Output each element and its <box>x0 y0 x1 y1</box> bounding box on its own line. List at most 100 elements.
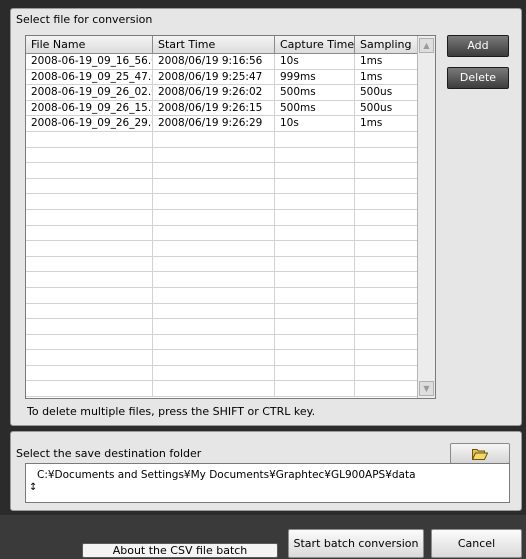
column-header-start-time[interactable]: Start Time <box>153 36 275 53</box>
empty-cell <box>355 287 418 303</box>
start-time-cell: 2008/06/19 9:26:29 <box>153 116 275 132</box>
start-time-cell: 2008/06/19 9:26:02 <box>153 85 275 101</box>
file-selection-title: Select file for conversion <box>16 13 153 26</box>
empty-cell <box>275 303 355 319</box>
empty-row <box>26 131 418 148</box>
empty-row <box>26 287 418 304</box>
file-name-cell: 2008-06-19_09_26_02.G <box>26 85 153 101</box>
empty-cell <box>275 147 355 163</box>
open-folder-icon <box>472 449 488 460</box>
empty-row <box>26 209 418 226</box>
sampling-cell: 1ms <box>355 116 418 132</box>
empty-cell <box>275 272 355 288</box>
empty-cell <box>26 147 153 163</box>
empty-cell <box>153 319 275 335</box>
start-time-cell: 2008/06/19 9:26:15 <box>153 100 275 116</box>
empty-cell <box>275 334 355 350</box>
empty-cell <box>153 256 275 272</box>
empty-cell <box>275 209 355 225</box>
column-header-file-name[interactable]: File Name <box>26 36 153 53</box>
empty-cell <box>355 272 418 288</box>
empty-cell <box>275 131 355 147</box>
empty-row <box>26 194 418 210</box>
browse-folder-button[interactable] <box>450 443 510 464</box>
text-cursor-icon: ↕ <box>29 482 38 493</box>
empty-cell <box>26 225 153 241</box>
empty-row <box>26 225 418 242</box>
empty-cell <box>153 147 275 163</box>
empty-row <box>26 365 418 382</box>
empty-cell <box>275 256 355 272</box>
empty-cell <box>153 194 275 210</box>
empty-cell <box>153 287 275 303</box>
csv-batch-conversion-window: Select file for conversion File Name Sta… <box>0 0 526 559</box>
file-row[interactable]: 2008-06-19_09_26_29.G 2008/06/19 9:26:29 1… <box>26 116 418 132</box>
empty-cell <box>355 147 418 163</box>
empty-cell <box>275 365 355 381</box>
file-name-cell: 2008-06-19_09_26_15.G <box>26 100 153 116</box>
empty-cell <box>355 163 418 179</box>
empty-cell <box>355 194 418 210</box>
empty-cell <box>153 381 275 397</box>
empty-cell <box>26 350 153 366</box>
file-row[interactable]: 2008-06-19_09_25_47.G 2008/06/19 9:25:47 9… <box>26 69 418 86</box>
start-time-cell: 2008/06/19 9:16:56 <box>153 54 275 69</box>
scroll-up-icon[interactable]: ▲ <box>419 38 434 53</box>
add-button[interactable]: Add <box>447 35 509 57</box>
sampling-cell: 500us <box>355 85 418 101</box>
file-row[interactable]: 2008-06-19_09_26_02.G 2008/06/19 9:26:02 5… <box>26 85 418 101</box>
file-list[interactable]: File Name Start Time Capture Time Sampli… <box>25 35 436 399</box>
empty-cell <box>355 303 418 319</box>
empty-cell <box>26 319 153 335</box>
empty-cell <box>26 287 153 303</box>
empty-cell <box>275 381 355 397</box>
empty-cell <box>153 163 275 179</box>
empty-cell <box>153 334 275 350</box>
empty-cell <box>355 319 418 335</box>
empty-row <box>26 272 418 288</box>
file-name-cell: 2008-06-19_09_25_47.G <box>26 69 153 85</box>
file-row[interactable]: 2008-06-19_09_16_56.G 2008/06/19 9:16:56 1… <box>26 54 418 70</box>
empty-cell <box>275 287 355 303</box>
capture-time-cell: 999ms <box>275 69 355 85</box>
capture-time-cell: 500ms <box>275 100 355 116</box>
empty-cell <box>275 225 355 241</box>
file-list-scrollbar[interactable]: ▲ ▼ <box>417 36 435 398</box>
capture-time-cell: 10s <box>275 116 355 132</box>
empty-cell <box>26 241 153 257</box>
empty-cell <box>275 241 355 257</box>
empty-cell <box>355 241 418 257</box>
empty-cell <box>355 209 418 225</box>
save-path-text: C:¥Documents and Settings¥My Documents¥G… <box>37 469 416 481</box>
empty-cell <box>26 303 153 319</box>
empty-cell <box>153 225 275 241</box>
start-batch-conversion-button[interactable]: Start batch conversion <box>288 529 424 558</box>
file-row[interactable]: 2008-06-19_09_26_15.G 2008/06/19 9:26:15 5… <box>26 100 418 117</box>
file-name-cell: 2008-06-19_09_16_56.G <box>26 54 153 69</box>
capture-time-cell: 500ms <box>275 85 355 101</box>
empty-cell <box>26 194 153 210</box>
empty-cell <box>275 319 355 335</box>
empty-cell <box>26 334 153 350</box>
save-path-field[interactable]: C:¥Documents and Settings¥My Documents¥G… <box>25 463 510 503</box>
empty-cell <box>153 209 275 225</box>
empty-cell <box>275 178 355 194</box>
empty-cell <box>153 350 275 366</box>
about-batch-conversion-button[interactable]: About the CSV file batch conversion <box>82 543 278 559</box>
scroll-down-icon[interactable]: ▼ <box>419 381 434 396</box>
file-name-cell: 2008-06-19_09_26_29.G <box>26 116 153 132</box>
multi-delete-hint: To delete multiple files, press the SHIF… <box>27 405 316 418</box>
sampling-cell: 1ms <box>355 54 418 69</box>
empty-row <box>26 350 418 366</box>
column-header-capture-time[interactable]: Capture Time <box>275 36 355 53</box>
empty-cell <box>26 163 153 179</box>
empty-cell <box>153 365 275 381</box>
empty-cell <box>355 381 418 397</box>
delete-button[interactable]: Delete <box>447 67 509 89</box>
column-header-sampling[interactable]: Sampling <box>355 36 418 53</box>
empty-cell <box>355 334 418 350</box>
cancel-button[interactable]: Cancel <box>431 529 522 558</box>
file-list-rows: 2008-06-19_09_16_56.G 2008/06/19 9:16:56 1… <box>26 54 418 398</box>
empty-cell <box>26 365 153 381</box>
start-time-cell: 2008/06/19 9:25:47 <box>153 69 275 85</box>
